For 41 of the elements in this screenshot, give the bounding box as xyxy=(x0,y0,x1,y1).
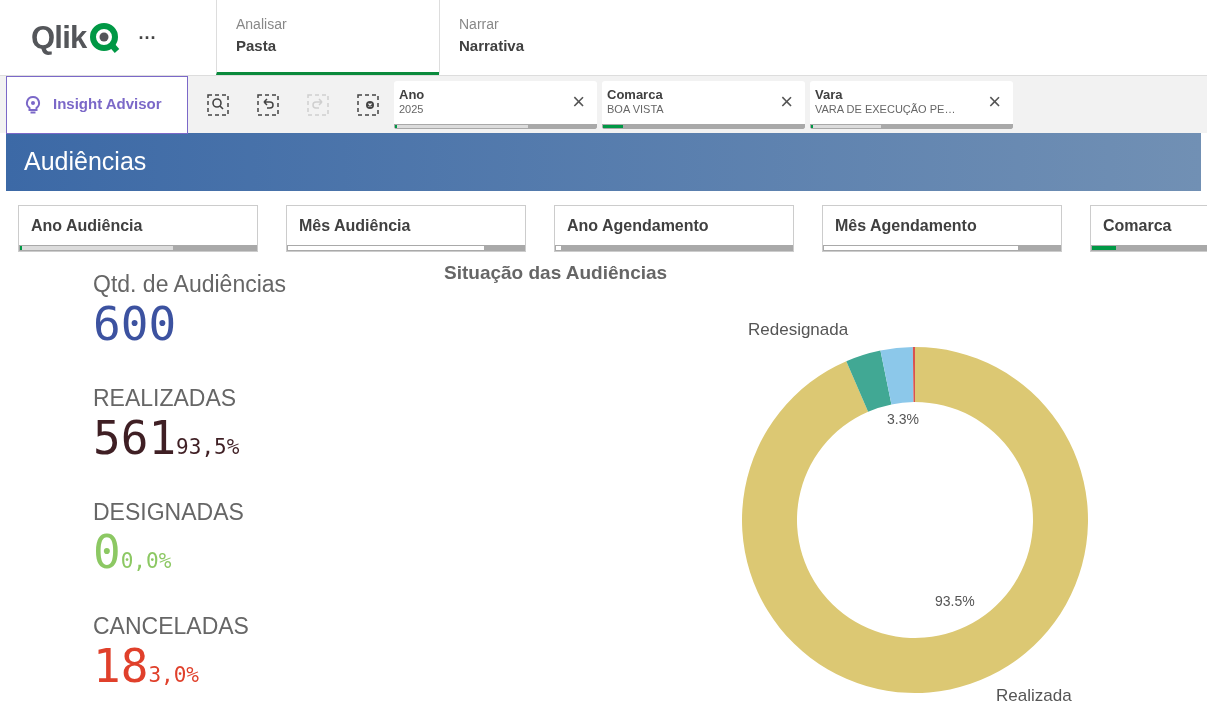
filter-pane[interactable]: Mês Audiência xyxy=(286,205,526,252)
clear-selections-icon[interactable] xyxy=(356,92,380,117)
selection-chip[interactable]: Ano 2025 × xyxy=(394,80,597,129)
slice-label: Realizada xyxy=(996,686,1072,705)
selection-field: Vara xyxy=(815,87,989,104)
selection-value: BOA VISTA xyxy=(607,103,665,117)
selection-search-icon[interactable] xyxy=(206,92,230,117)
filter-pane[interactable]: Ano Audiência xyxy=(18,205,258,252)
kpi-value: 561 xyxy=(93,415,177,461)
selection-field: Comarca xyxy=(607,87,781,104)
slice-value-label: 3.3% xyxy=(887,411,919,427)
clear-selection-button[interactable]: × xyxy=(572,91,585,113)
logo-text: Qlik xyxy=(31,22,87,53)
slice-value-label: 93.5% xyxy=(935,593,975,609)
chart-title: Situação das Audiências xyxy=(444,261,668,285)
kpi-percent: 93,5% xyxy=(176,434,240,461)
kpi-label: CANCELADAS xyxy=(93,612,250,641)
slice-label: Redesignada xyxy=(748,320,849,339)
kpi-value: 600 xyxy=(93,301,177,347)
kpi-percent: 0,0% xyxy=(120,548,172,575)
kpi-value: 18 xyxy=(93,643,149,689)
kpi-label: DESIGNADAS xyxy=(93,498,245,527)
selection-field: Ano xyxy=(399,87,573,104)
insight-advisor-button[interactable]: Insight Advisor xyxy=(6,75,188,134)
kpi-label: REALIZADAS xyxy=(93,384,238,413)
step-back-icon[interactable] xyxy=(256,92,280,117)
filter-pane[interactable]: Mês Agendamento xyxy=(822,205,1062,252)
selection-chip[interactable]: Vara VARA DE EXECUÇÃO PE… × xyxy=(810,80,1013,129)
clear-selection-button[interactable]: × xyxy=(780,91,793,113)
selection-chip[interactable]: Comarca BOA VISTA × xyxy=(602,80,805,129)
kpi-percent: 3,0% xyxy=(148,662,199,689)
selection-value: 2025 xyxy=(399,103,425,117)
kpi-label: Qtd. de Audiências xyxy=(93,270,288,299)
filter-pane[interactable]: Comarca xyxy=(1090,205,1207,252)
clear-selection-button[interactable]: × xyxy=(988,91,1001,113)
selection-value: VARA DE EXECUÇÃO PE… xyxy=(815,103,957,117)
kpi-value: 0 xyxy=(93,529,121,575)
more-button[interactable]: ··· xyxy=(138,28,157,47)
filter-pane[interactable]: Ano Agendamento xyxy=(554,205,794,252)
sheet-title: Audiências xyxy=(24,146,147,178)
lightbulb-icon xyxy=(23,94,43,115)
